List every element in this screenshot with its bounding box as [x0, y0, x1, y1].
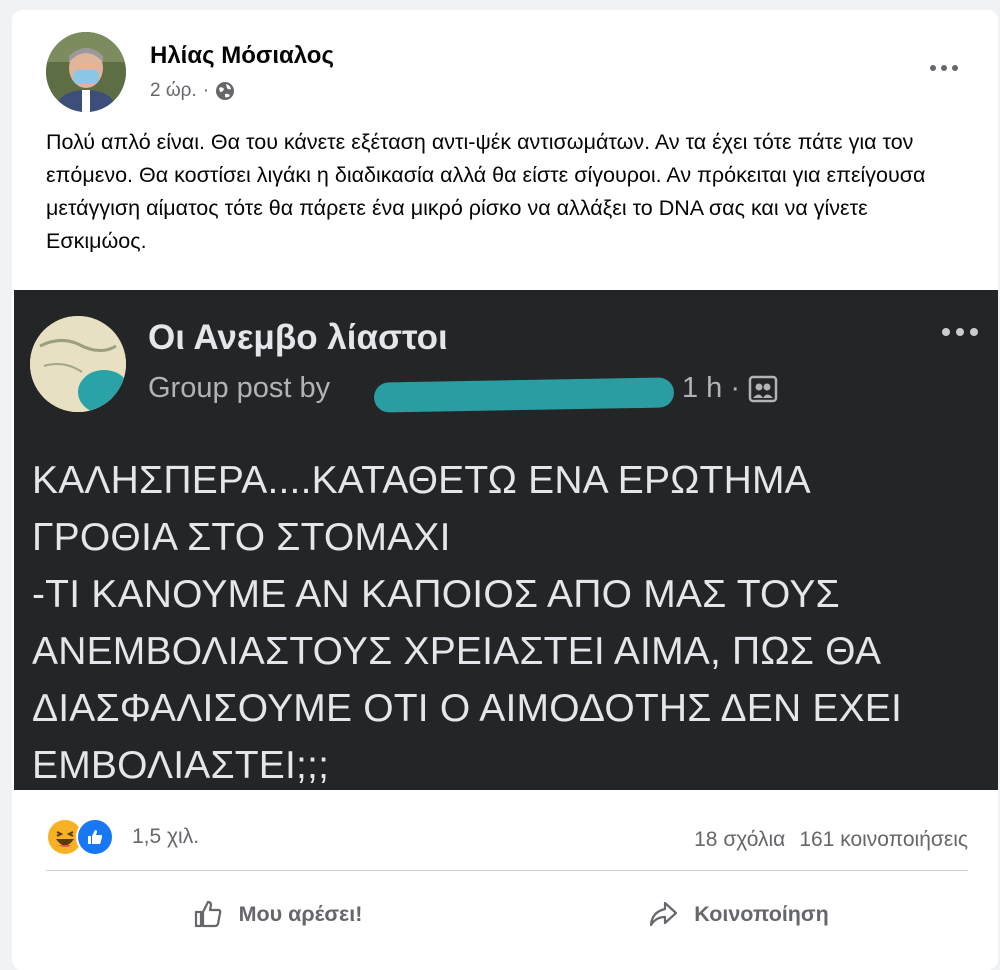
redaction-mark — [373, 377, 675, 413]
group-avatar — [30, 316, 126, 412]
author-avatar[interactable] — [46, 32, 126, 112]
reactions-bar: 1,5 χιλ. 18 σχόλια 161 κοινοποιήσεις — [12, 802, 998, 862]
post-text: Πολύ απλό είναι. Θα του κάνετε εξέταση α… — [46, 130, 926, 253]
share-icon — [650, 901, 678, 927]
engagement-counts: 18 σχόλια 161 κοινοποιήσεις — [694, 828, 968, 852]
post-meta: 2 ώρ. · — [150, 80, 235, 102]
more-options-icon[interactable] — [924, 56, 964, 80]
like-button[interactable]: Μου αρέσει! — [46, 882, 507, 946]
group-name: Οι Ανεμβο λίαστοι — [148, 318, 448, 357]
comment-count[interactable]: 18 σχόλια — [694, 828, 785, 852]
meta-separator: · — [202, 80, 210, 101]
group-post-time-text: 1 h · — [682, 372, 741, 404]
group-post-body: ΚΑΛΗΣΠΕΡΑ....ΚΑΤΑΘΕΤΩ ΕΝΑ ΕΡΩΤΗΜΑ ΓΡΟΘΙΑ… — [32, 459, 903, 787]
reactions-summary[interactable]: 1,5 χιλ. — [46, 818, 199, 856]
share-count[interactable]: 161 κοινοποιήσεις — [799, 828, 968, 852]
post-header: Ηλίας Μόσιαλος 2 ώρ. · — [12, 10, 998, 120]
members-icon — [748, 375, 778, 402]
avatar-photo — [46, 32, 126, 112]
thumbs-up-icon — [194, 900, 221, 928]
share-button[interactable]: Κοινοποίηση — [507, 882, 968, 946]
group-post-time: 1 h · — [682, 372, 778, 405]
post-card: Ηλίας Μόσιαλος 2 ώρ. · Πολύ απλό είναι. … — [12, 10, 998, 970]
group-more-icon — [942, 328, 978, 336]
reaction-count: 1,5 χιλ. — [132, 825, 200, 848]
globe-icon — [216, 82, 235, 100]
group-post-by: Group post by — [148, 372, 331, 404]
author-name[interactable]: Ηλίας Μόσιαλος — [150, 42, 334, 70]
like-label: Μου αρέσει! — [238, 901, 363, 926]
share-label: Κοινοποίηση — [694, 901, 829, 926]
like-reaction-icon — [76, 818, 114, 856]
action-bar: Μου αρέσει! Κοινοποίηση — [46, 882, 968, 946]
post-time[interactable]: 2 ώρ. — [150, 80, 197, 102]
divider — [46, 870, 968, 871]
shared-screenshot: Οι Ανεμβο λίαστοι Group post by 1 h · ΚΑ… — [14, 290, 998, 790]
group-avatar-image — [30, 316, 126, 412]
